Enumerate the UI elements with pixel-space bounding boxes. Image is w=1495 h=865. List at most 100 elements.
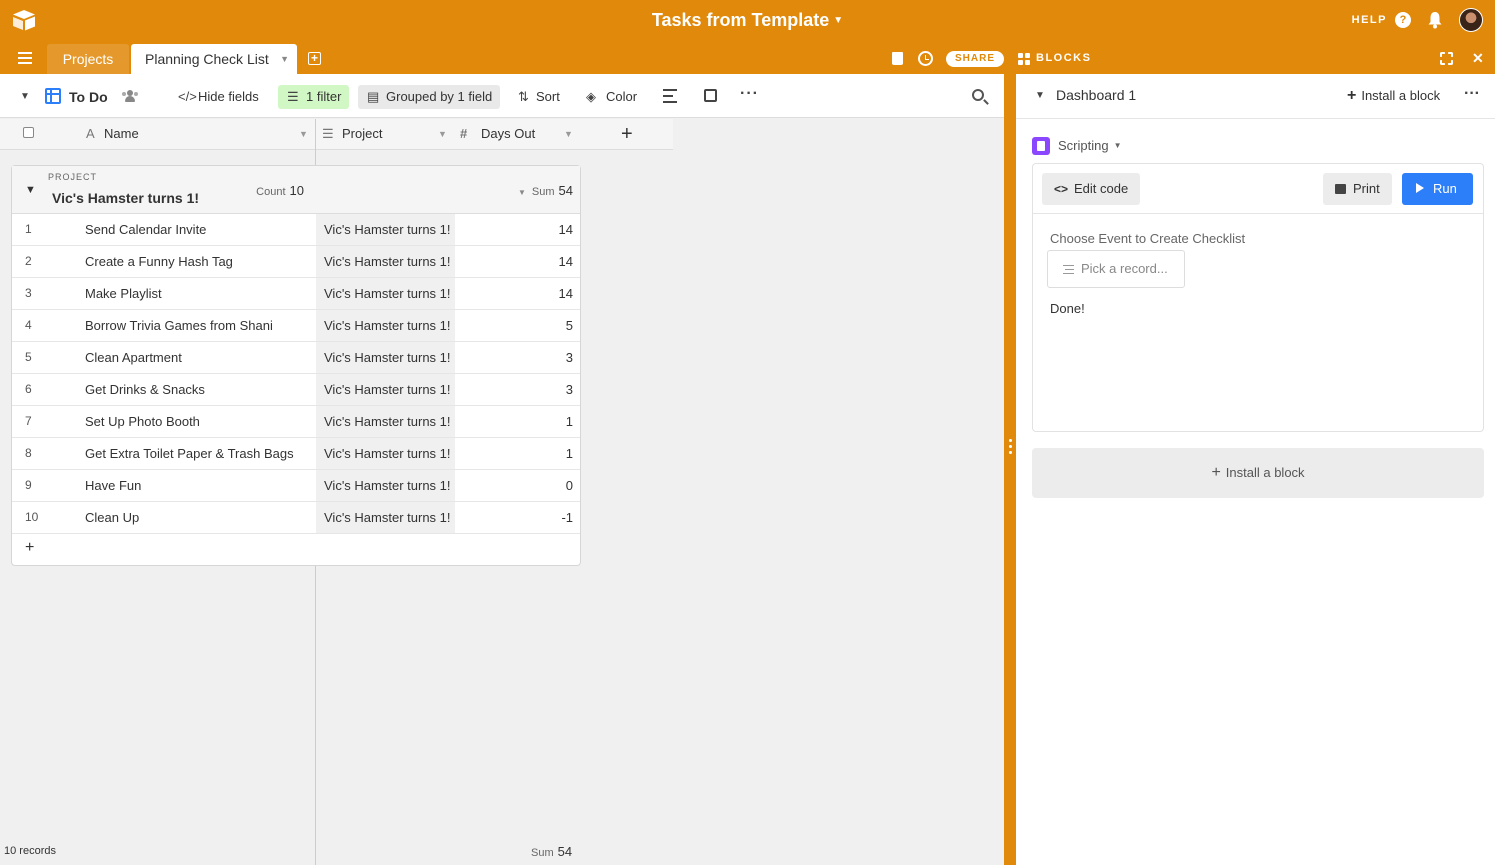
- run-button[interactable]: Run: [1402, 173, 1473, 205]
- cell-days-out[interactable]: 0: [566, 470, 573, 501]
- table-row[interactable]: 1 Send Calendar Invite: [12, 214, 316, 246]
- cell-days-out[interactable]: 14: [559, 246, 573, 277]
- cell-project[interactable]: Vic's Hamster turns 1!: [316, 214, 455, 245]
- cell-name[interactable]: Clean Apartment: [85, 342, 182, 373]
- cell-project[interactable]: Vic's Hamster turns 1!: [316, 406, 455, 437]
- cell-days-out[interactable]: 14: [559, 278, 573, 309]
- cell-name[interactable]: Clean Up: [85, 502, 139, 533]
- help-link[interactable]: HELP: [1352, 14, 1387, 26]
- tab-projects[interactable]: Projects: [47, 44, 129, 74]
- cell-project[interactable]: Vic's Hamster turns 1!: [316, 502, 455, 533]
- column-header-project[interactable]: Project: [342, 119, 382, 149]
- help-icon[interactable]: ?: [1395, 12, 1411, 28]
- hamburger-menu-icon[interactable]: [18, 52, 32, 64]
- close-icon[interactable]: ✕: [1472, 50, 1484, 67]
- footer-sum[interactable]: Sum 54: [531, 844, 572, 859]
- cell-name[interactable]: Get Extra Toilet Paper & Trash Bags: [85, 438, 294, 469]
- share-view-icon[interactable]: [704, 89, 717, 102]
- chevron-down-icon[interactable]: ▼: [1035, 90, 1045, 101]
- chevron-down-icon[interactable]: ▼: [564, 119, 573, 149]
- print-button[interactable]: Print: [1323, 173, 1392, 205]
- install-block-placeholder[interactable]: + Install a block: [1032, 448, 1484, 498]
- table-row[interactable]: 8 Get Extra Toilet Paper & Trash Bags: [12, 438, 316, 470]
- collapse-group-icon[interactable]: ▼: [25, 184, 36, 196]
- group-button[interactable]: ▤ Grouped by 1 field: [358, 85, 501, 109]
- install-block-button[interactable]: + Install a block: [1347, 87, 1440, 105]
- pick-record-button[interactable]: Pick a record...: [1047, 250, 1185, 288]
- history-icon[interactable]: [918, 51, 933, 66]
- add-field-icon[interactable]: +: [621, 119, 633, 149]
- cell-project[interactable]: Vic's Hamster turns 1!: [316, 374, 455, 405]
- table-row[interactable]: 7 Set Up Photo Booth: [12, 406, 316, 438]
- cell-name[interactable]: Make Playlist: [85, 278, 162, 309]
- table-row[interactable]: Vic's Hamster turns 1! 0: [316, 470, 580, 502]
- cell-name[interactable]: Get Drinks & Snacks: [85, 374, 205, 405]
- chevron-down-icon[interactable]: ▼: [299, 119, 308, 149]
- table-row[interactable]: Vic's Hamster turns 1! -1: [316, 502, 580, 534]
- row-height-icon[interactable]: [663, 89, 677, 103]
- view-name[interactable]: To Do: [69, 85, 108, 109]
- share-button[interactable]: SHARE: [946, 51, 1004, 67]
- table-row[interactable]: 6 Get Drinks & Snacks: [12, 374, 316, 406]
- views-sidebar-toggle-icon[interactable]: ▼: [20, 85, 30, 109]
- chevron-down-icon[interactable]: ▼: [438, 119, 447, 149]
- chevron-down-icon[interactable]: ▼: [280, 44, 289, 74]
- cell-project[interactable]: Vic's Hamster turns 1!: [316, 310, 455, 341]
- panel-resize-handle[interactable]: [1004, 74, 1016, 865]
- collaborative-view-icon[interactable]: [122, 90, 138, 102]
- cell-project[interactable]: Vic's Hamster turns 1!: [316, 246, 455, 277]
- sort-button[interactable]: ⇅ Sort: [518, 85, 560, 109]
- color-button[interactable]: ◈ Color: [586, 85, 637, 109]
- column-header-days-out[interactable]: Days Out: [481, 119, 535, 149]
- table-row[interactable]: Vic's Hamster turns 1! 14: [316, 278, 580, 310]
- table-row[interactable]: Vic's Hamster turns 1! 3: [316, 342, 580, 374]
- add-table-icon[interactable]: +: [308, 52, 321, 65]
- filter-button[interactable]: ☰ 1 filter: [278, 85, 350, 109]
- table-row[interactable]: 3 Make Playlist: [12, 278, 316, 310]
- cell-name[interactable]: Have Fun: [85, 470, 141, 501]
- fullscreen-icon[interactable]: [1440, 52, 1453, 65]
- table-row[interactable]: Vic's Hamster turns 1! 5: [316, 310, 580, 342]
- cell-name[interactable]: Borrow Trivia Games from Shani: [85, 310, 273, 341]
- cell-name[interactable]: Send Calendar Invite: [85, 214, 206, 245]
- select-all-checkbox[interactable]: [23, 127, 34, 138]
- cell-project[interactable]: Vic's Hamster turns 1!: [316, 470, 455, 501]
- table-row[interactable]: Vic's Hamster turns 1! 1: [316, 406, 580, 438]
- table-row[interactable]: 9 Have Fun: [12, 470, 316, 502]
- more-options-icon[interactable]: ···: [740, 85, 759, 103]
- table-row[interactable]: Vic's Hamster turns 1! 3: [316, 374, 580, 406]
- cell-name[interactable]: Set Up Photo Booth: [85, 406, 200, 437]
- more-options-icon[interactable]: ···: [1464, 85, 1480, 103]
- blocks-toggle[interactable]: BLOCKS: [1036, 52, 1091, 64]
- table-row[interactable]: 5 Clean Apartment: [12, 342, 316, 374]
- cell-project[interactable]: Vic's Hamster turns 1!: [316, 342, 455, 373]
- search-icon[interactable]: [972, 89, 984, 101]
- cell-days-out[interactable]: -1: [561, 502, 573, 533]
- cell-days-out[interactable]: 1: [566, 438, 573, 469]
- cell-days-out[interactable]: 5: [566, 310, 573, 341]
- cell-name[interactable]: Create a Funny Hash Tag: [85, 246, 233, 277]
- bell-icon[interactable]: [1427, 11, 1443, 29]
- hide-fields-button[interactable]: </> Hide fields: [178, 85, 259, 109]
- trash-icon[interactable]: [892, 52, 903, 65]
- base-title[interactable]: Tasks from Template ▼: [0, 10, 1495, 31]
- cell-days-out[interactable]: 3: [566, 342, 573, 373]
- cell-days-out[interactable]: 3: [566, 374, 573, 405]
- add-record-icon[interactable]: +: [25, 539, 34, 557]
- blocks-icon[interactable]: [1018, 53, 1031, 66]
- user-avatar[interactable]: [1459, 8, 1483, 32]
- column-header-name[interactable]: Name: [104, 119, 139, 149]
- cell-days-out[interactable]: 14: [559, 214, 573, 245]
- table-row[interactable]: 4 Borrow Trivia Games from Shani: [12, 310, 316, 342]
- group-sum[interactable]: ▼ Sum 54: [518, 183, 573, 198]
- cell-days-out[interactable]: 1: [566, 406, 573, 437]
- edit-code-button[interactable]: <> Edit code: [1042, 173, 1141, 205]
- table-row[interactable]: Vic's Hamster turns 1! 14: [316, 246, 580, 278]
- table-row[interactable]: 2 Create a Funny Hash Tag: [12, 246, 316, 278]
- cell-project[interactable]: Vic's Hamster turns 1!: [316, 278, 455, 309]
- dashboard-title[interactable]: Dashboard 1: [1056, 87, 1136, 103]
- cell-project[interactable]: Vic's Hamster turns 1!: [316, 438, 455, 469]
- table-row[interactable]: Vic's Hamster turns 1! 1: [316, 438, 580, 470]
- block-type-dropdown[interactable]: Scripting ▼: [1058, 138, 1122, 153]
- tab-planning-check-list[interactable]: Planning Check List ▼: [131, 44, 297, 74]
